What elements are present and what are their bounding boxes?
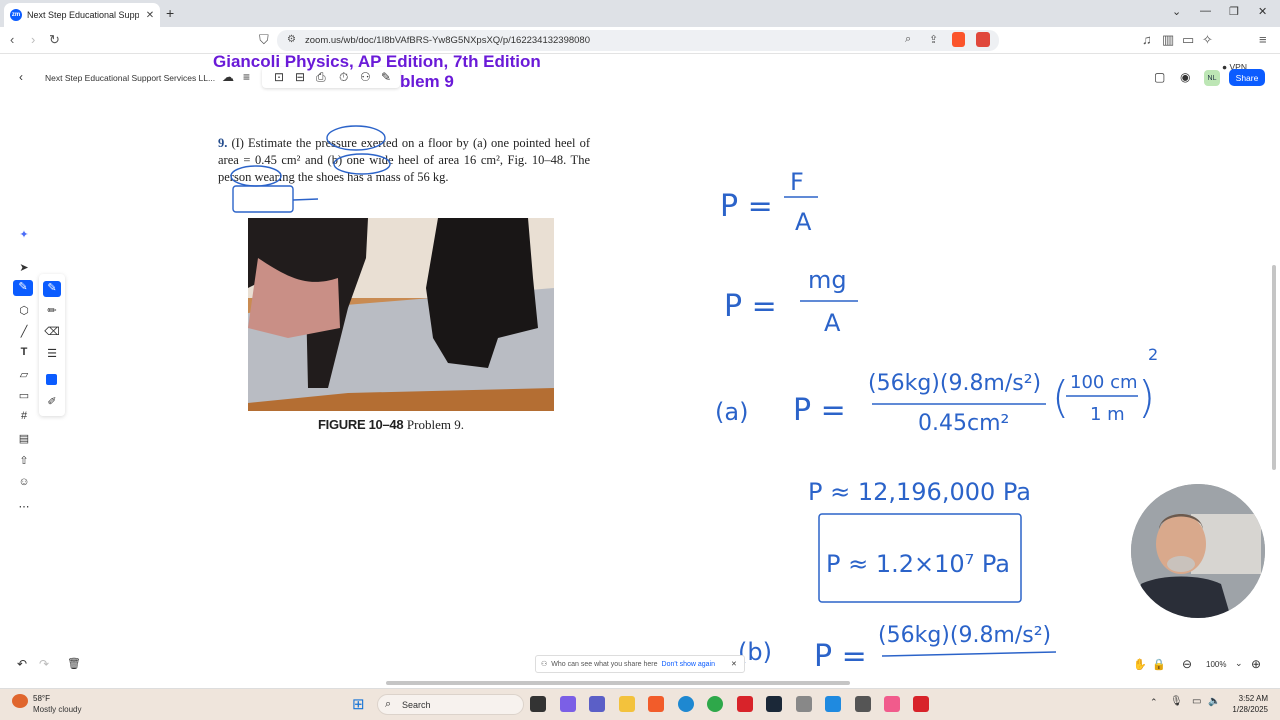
windows-taskbar xyxy=(0,688,1280,720)
share-notice-text: Who can see what you share here xyxy=(551,660,658,668)
brave-icon[interactable] xyxy=(648,696,664,712)
weather-icon[interactable] xyxy=(12,694,28,708)
mic-icon[interactable]: 🎙 xyxy=(1170,696,1183,707)
eq2-left: P = xyxy=(724,289,777,324)
vertical-scrollbar[interactable] xyxy=(1272,265,1276,470)
redo-icon[interactable]: ↷ xyxy=(39,657,49,671)
eq1-left: P = xyxy=(720,189,773,224)
part-a-conv-numerator: 100 cm xyxy=(1070,372,1138,393)
part-a-conv-open: ( xyxy=(1052,372,1069,423)
taskbar-search[interactable]: ⌕ Search xyxy=(377,694,524,715)
part-a-conv-denominator: 1 m xyxy=(1090,404,1125,425)
part-b-left: P = xyxy=(814,639,867,674)
itunes-icon[interactable] xyxy=(884,696,900,712)
result-a-boxed: P ≈ 1.2×10⁷ Pa xyxy=(826,550,1010,578)
calculator-icon[interactable] xyxy=(855,696,871,712)
eq2-denominator: A xyxy=(824,309,841,337)
steam-icon[interactable] xyxy=(766,696,782,712)
area-a-circle xyxy=(333,153,391,175)
eq2-numerator: mg xyxy=(808,266,847,294)
part-b-fraction-bar xyxy=(881,651,1057,657)
pressure-circle xyxy=(326,125,386,151)
whiteboard-ink: P = F A P = mg A (a) P = (56kg)(9.8m/s²)… xyxy=(230,125,1158,674)
clock-time[interactable]: 3:52 AM xyxy=(1226,694,1268,703)
tray-chevron-icon[interactable]: ⌃ xyxy=(1150,697,1158,708)
snipping-tool-icon[interactable] xyxy=(796,696,812,712)
weather-desc: Mostly cloudy xyxy=(33,705,82,714)
edge-icon[interactable] xyxy=(678,696,694,712)
undo-icon[interactable]: ↶ xyxy=(17,657,27,671)
people-icon: ⚇ xyxy=(541,661,548,668)
teams-icon[interactable] xyxy=(589,696,605,712)
copilot-icon[interactable] xyxy=(560,696,576,712)
pdf-icon[interactable] xyxy=(913,696,929,712)
windows-start-icon[interactable]: ⊞ xyxy=(352,695,365,713)
zoom-level[interactable]: 100% xyxy=(1206,660,1226,669)
share-notice: ⚇ Who can see what you share here Don't … xyxy=(535,655,745,673)
weather-temp: 58°F xyxy=(33,694,50,703)
part-b-numerator: (56kg)(9.8m/s²) xyxy=(878,623,1051,648)
delete-icon[interactable]: 🗑 xyxy=(67,657,81,670)
eq1-numerator: F xyxy=(790,168,804,196)
result-a: P ≈ 12,196,000 Pa xyxy=(808,478,1031,506)
dont-show-again-link[interactable]: Don't show again xyxy=(662,661,715,668)
webcam-video xyxy=(1131,484,1265,618)
problem-annotations xyxy=(230,125,391,213)
clock-date[interactable]: 1/28/2025 xyxy=(1226,705,1268,714)
hand-icon[interactable]: ✋ xyxy=(1133,658,1147,671)
app-icon[interactable] xyxy=(825,696,841,712)
acrobat-icon[interactable] xyxy=(737,696,753,712)
horizontal-scrollbar[interactable] xyxy=(386,681,850,685)
area-b-circle xyxy=(230,165,282,187)
zoom-dropdown-icon[interactable]: ⌄ xyxy=(1235,658,1243,669)
part-a-numerator: (56kg)(9.8m/s²) xyxy=(868,371,1041,396)
file-explorer-icon[interactable] xyxy=(619,696,635,712)
equations: P = F A P = mg A (a) P = (56kg)(9.8m/s²)… xyxy=(715,168,1158,674)
part-a-conv-exponent: 2 xyxy=(1148,345,1158,364)
part-a-conv-close: ) xyxy=(1138,372,1155,423)
eq1-denominator: A xyxy=(795,208,812,236)
part-a-denominator: 0.45cm² xyxy=(918,411,1009,436)
part-a-left: P = xyxy=(793,393,846,428)
part-a-label: (a) xyxy=(715,398,748,426)
task-view-icon[interactable] xyxy=(530,696,546,712)
zoom-out-icon[interactable]: ⊖ xyxy=(1182,657,1192,671)
mass-underline xyxy=(292,198,319,201)
search-icon: ⌕ xyxy=(385,698,392,710)
volume-icon[interactable]: 🔈 xyxy=(1208,696,1220,707)
search-placeholder: Search xyxy=(402,699,431,710)
zoom-in-icon[interactable]: ⊕ xyxy=(1251,657,1261,671)
webcam-person-illustration xyxy=(1131,484,1265,618)
chrome-icon[interactable] xyxy=(707,696,723,712)
close-notice-icon[interactable]: ✕ xyxy=(731,660,737,668)
network-icon[interactable]: ▭ xyxy=(1192,696,1201,707)
lock-icon[interactable]: 🔒 xyxy=(1152,658,1166,671)
mass-box xyxy=(232,185,294,213)
